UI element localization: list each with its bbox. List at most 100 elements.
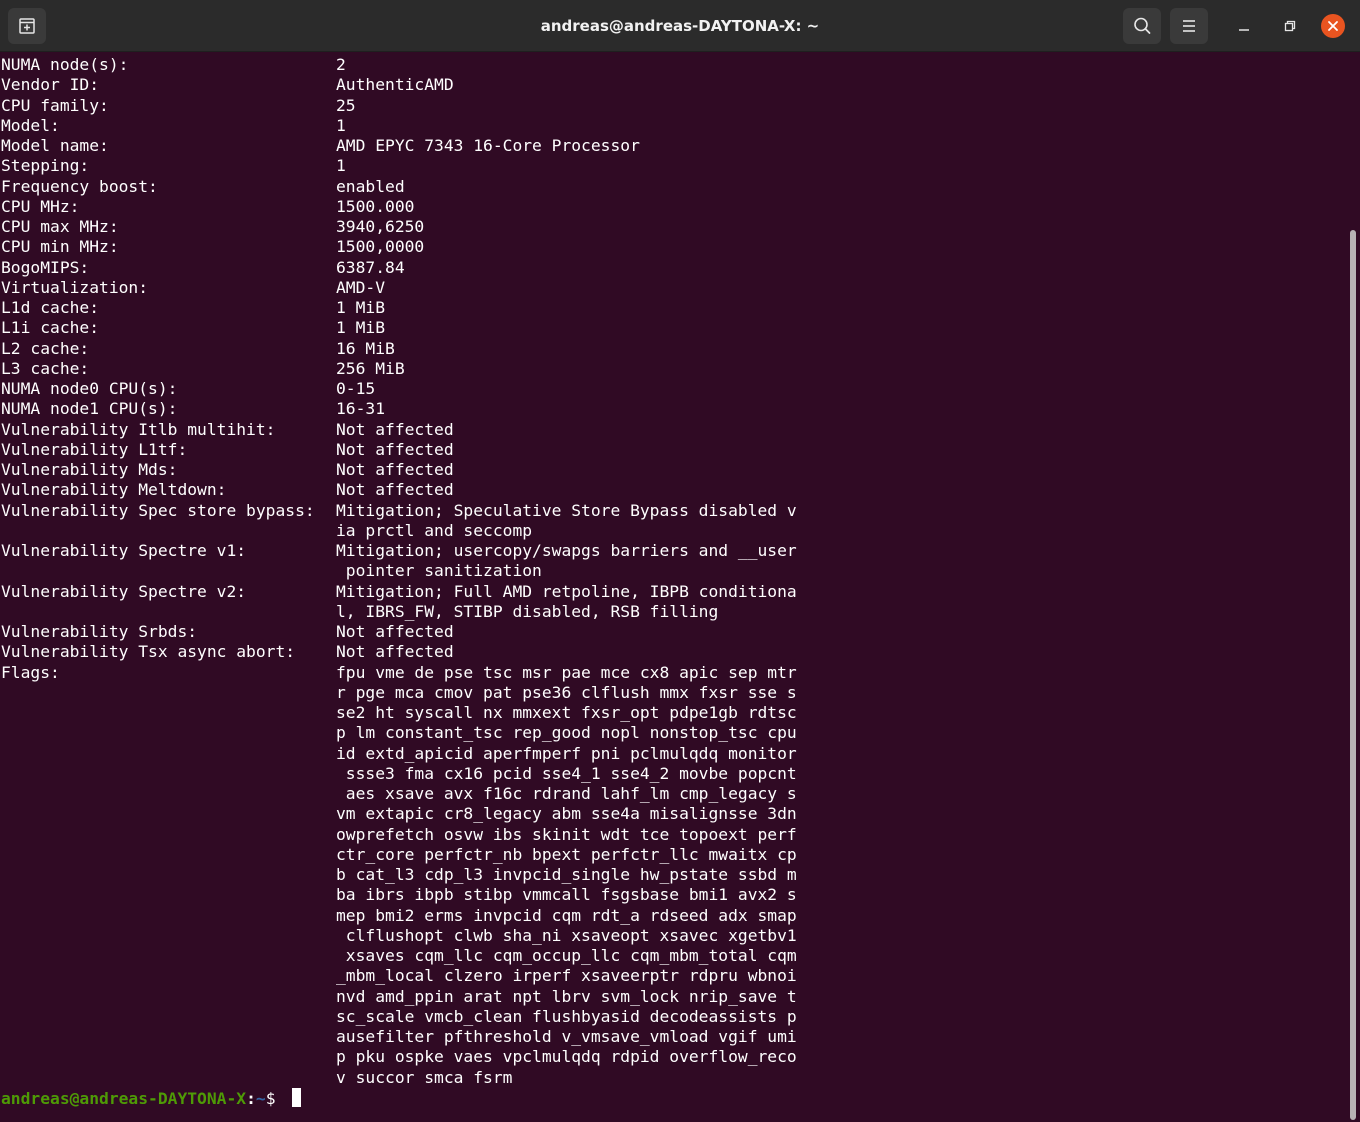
terminal-line: Frequency boost: enabled <box>0 177 1345 197</box>
close-button[interactable] <box>1321 14 1345 38</box>
terminal-line: _mbm_local clzero irperf xsaveerptr rdpr… <box>0 966 1345 986</box>
terminal-line: L1i cache: 1 MiB <box>0 318 1345 338</box>
terminal-line: CPU family: 25 <box>0 96 1345 116</box>
field-value: 2 <box>336 55 346 74</box>
terminal-line: Vulnerability L1tf: Not affected <box>0 440 1345 460</box>
terminal-line: L2 cache: 16 MiB <box>0 339 1345 359</box>
new-tab-button[interactable] <box>8 8 46 44</box>
field-label: CPU MHz: <box>1 196 80 216</box>
field-value: Mitigation; usercopy/swapgs barriers and… <box>336 541 797 560</box>
field-label: Vulnerability Srbds: <box>1 622 198 641</box>
field-value: 1500,0000 <box>336 237 425 257</box>
field-value: Not affected <box>336 642 454 662</box>
field-label: Vulnerability Tsx async abort: <box>1 642 296 662</box>
field-value: 1500.000 <box>336 196 415 216</box>
terminal-line: ssse3 fma cx16 pcid sse4_1 sse4_2 movbe … <box>0 764 1345 784</box>
terminal-output[interactable]: NUMA node(s): 2 Vendor ID: AuthenticAMD CPU … <box>0 52 1345 1122</box>
field-value: id extd_apicid aperfmperf pni pclmulqdq … <box>336 743 797 763</box>
field-label: Flags: <box>1 662 60 682</box>
field-value: Not affected <box>336 480 454 500</box>
terminal-line: CPU min MHz: 1500,0000 <box>0 237 1345 257</box>
field-value: Not affected <box>336 439 454 459</box>
field-value: Mitigation; Speculative Store Bypass dis… <box>336 500 797 520</box>
field-value: owprefetch osvw ibs skinit wdt tce topoe… <box>336 824 797 844</box>
field-label: Vulnerability L1tf: <box>1 439 188 459</box>
prompt-path: ~ <box>255 1088 266 1108</box>
field-label: Vulnerability Itlb multihit: <box>1 419 276 439</box>
title-bar[interactable]: andreas@andreas-DAYTONA-X: ~ <box>0 0 1360 52</box>
terminal-line: Model: 1 <box>0 116 1345 136</box>
field-value: sc_scale vmcb_clean flushbyasid decodeas… <box>336 1006 797 1026</box>
prompt-line[interactable]: andreas@andreas-DAYTONA-X:~$ <box>0 1087 1345 1108</box>
field-label: Vulnerability Meltdown: <box>1 480 227 500</box>
terminal-line: Model name: AMD EPYC 7343 16-Core Process… <box>0 136 1345 156</box>
field-label: NUMA node0 CPU(s): <box>1 379 178 398</box>
hamburger-menu-icon <box>1183 20 1195 32</box>
scrollbar[interactable] <box>1348 52 1360 1122</box>
field-value: 16 MiB <box>336 338 395 358</box>
field-value: b cat_l3 cdp_l3 invpcid_single hw_pstate… <box>336 865 797 884</box>
terminal-line: p lm constant_tsc rep_good nopl nonstop_… <box>0 723 1345 743</box>
minimize-button[interactable] <box>1230 12 1258 40</box>
terminal-line: Vendor ID: AuthenticAMD <box>0 75 1345 95</box>
field-value: xsaves cqm_llc cqm_occup_llc cqm_mbm_tot… <box>336 946 797 965</box>
terminal-line: Vulnerability Tsx async abort: Not affect… <box>0 642 1345 662</box>
terminal-line: Flags: fpu vme de pse tsc msr pae mce cx8… <box>0 663 1345 683</box>
terminal-line: Vulnerability Srbds: Not affected <box>0 622 1345 642</box>
field-label: CPU min MHz: <box>1 237 119 257</box>
field-value: clflushopt clwb sha_ni xsaveopt xsavec x… <box>336 925 797 945</box>
field-value: _mbm_local clzero irperf xsaveerptr rdpr… <box>336 966 797 986</box>
terminal-line: aes xsave avx f16c rdrand lahf_lm cmp_le… <box>0 784 1345 804</box>
search-button[interactable] <box>1123 8 1161 44</box>
field-value: Mitigation; Full AMD retpoline, IBPB con… <box>336 581 797 601</box>
terminal-line: owprefetch osvw ibs skinit wdt tce topoe… <box>0 825 1345 845</box>
close-icon <box>1328 21 1338 31</box>
field-value: Not affected <box>336 622 454 641</box>
field-value: 0-15 <box>336 379 376 398</box>
terminal-line: se2 ht syscall nx mmxext fxsr_opt pdpe1g… <box>0 703 1345 723</box>
field-value: vm extapic cr8_legacy abm sse4a misalign… <box>336 804 797 824</box>
terminal-line: ctr_core perfctr_nb bpext perfctr_llc mw… <box>0 845 1345 865</box>
field-label: Vulnerability Spectre v2: <box>1 581 247 601</box>
prompt-user-host: andreas@andreas-DAYTONA-X <box>1 1088 247 1108</box>
terminal-line: CPU max MHz: 3940,6250 <box>0 217 1345 237</box>
search-icon <box>1134 17 1151 34</box>
field-value: Not affected <box>336 419 454 439</box>
field-value: ia prctl and seccomp <box>336 520 533 540</box>
maximize-icon <box>1284 20 1296 32</box>
field-value: p lm constant_tsc rep_good nopl nonstop_… <box>336 723 797 743</box>
field-value: Not affected <box>336 460 454 479</box>
terminal-line: L3 cache: 256 MiB <box>0 359 1345 379</box>
text-cursor <box>292 1087 302 1107</box>
field-value: AMD EPYC 7343 16-Core Processor <box>336 136 640 155</box>
new-tab-icon <box>19 18 35 34</box>
terminal-line: pointer sanitization <box>0 561 1345 581</box>
field-label: Vendor ID: <box>1 75 100 95</box>
field-label: Vulnerability Spec store bypass: <box>1 500 315 520</box>
field-label: Virtualization: <box>1 277 149 297</box>
field-value: l, IBRS_FW, STIBP disabled, RSB filling <box>336 601 719 621</box>
field-value: 256 MiB <box>336 358 405 378</box>
field-label: L2 cache: <box>1 338 90 358</box>
terminal-line: nvd amd_ppin arat npt lbrv svm_lock nrip… <box>0 987 1345 1007</box>
terminal-line: Vulnerability Mds: Not affected <box>0 460 1345 480</box>
terminal-line: b cat_l3 cdp_l3 invpcid_single hw_pstate… <box>0 865 1345 885</box>
field-value: 1 MiB <box>336 318 386 338</box>
field-value: p pku ospke vaes vpclmulqdq rdpid overfl… <box>336 1047 797 1067</box>
terminal-lines: NUMA node(s): 2 Vendor ID: AuthenticAMD CPU … <box>0 55 1345 1088</box>
terminal-line: xsaves cqm_llc cqm_occup_llc cqm_mbm_tot… <box>0 946 1345 966</box>
menu-button[interactable] <box>1170 8 1208 44</box>
maximize-button[interactable] <box>1275 12 1303 40</box>
field-value: 1 <box>336 156 346 176</box>
field-label: Model: <box>1 115 60 135</box>
field-value: ctr_core perfctr_nb bpext perfctr_llc mw… <box>336 844 797 864</box>
field-label: L3 cache: <box>1 358 90 378</box>
scrollbar-thumb[interactable] <box>1350 230 1356 1120</box>
field-value: 16-31 <box>336 399 386 419</box>
field-value: nvd amd_ppin arat npt lbrv svm_lock nrip… <box>336 986 797 1006</box>
field-value: 1 <box>336 115 346 135</box>
terminal-line: Vulnerability Itlb multihit: Not affected <box>0 420 1345 440</box>
field-label: Vulnerability Mds: <box>1 460 178 479</box>
field-value: ausefilter pfthreshold v_vmsave_vmload v… <box>336 1027 797 1046</box>
field-label: Frequency boost: <box>1 176 158 196</box>
